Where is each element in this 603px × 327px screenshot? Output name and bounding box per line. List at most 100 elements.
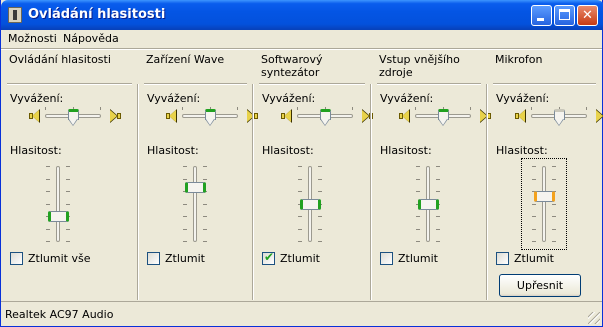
mute-label[interactable]: Ztlumit: [165, 252, 205, 265]
volume-slider-thumb[interactable]: [185, 182, 206, 193]
volume-label: Hlasitost:: [496, 144, 548, 157]
menu-moznosti[interactable]: Možnosti: [8, 32, 57, 45]
volume-track[interactable]: [56, 166, 60, 242]
title-bar[interactable]: Ovládání hlasitosti ✕: [1, 0, 603, 30]
volume-tick: [183, 166, 187, 167]
volume-tick: [436, 216, 440, 217]
volume-tick: [183, 204, 187, 205]
volume-tick: [46, 241, 50, 242]
menu-bar: Možnosti Nápověda: [1, 30, 602, 48]
volume-tick: [183, 179, 187, 180]
volume-tick: [46, 179, 50, 180]
volume-tick: [298, 229, 302, 230]
volume-slider-thumb[interactable]: [534, 191, 555, 202]
volume-slider-thumb[interactable]: [48, 211, 69, 222]
mute-label[interactable]: Ztlumit: [280, 252, 320, 265]
balance-label: Vyvážení:: [380, 92, 434, 105]
volume-tick: [46, 166, 50, 167]
speaker-left-icon: [515, 109, 527, 123]
close-button[interactable]: ✕: [577, 5, 598, 26]
column-title: Zařízení Wave: [146, 53, 225, 66]
volume-tick: [298, 216, 302, 217]
balance-tick: [415, 107, 416, 110]
mute-checkbox[interactable]: [496, 252, 509, 265]
balance-slider-thumb[interactable]: [68, 109, 79, 127]
volume-slider-thumb[interactable]: [300, 199, 321, 210]
balance-slider-thumb[interactable]: [205, 109, 216, 127]
column-divider: [252, 84, 254, 300]
title-divider: [377, 83, 481, 85]
balance-tick: [352, 107, 353, 110]
volume-tick: [203, 179, 207, 180]
checkmark-icon: ✔: [264, 250, 275, 264]
volume-label: Hlasitost:: [262, 144, 314, 157]
speaker-left-icon: [399, 109, 411, 123]
mixer-column: Softwarový syntezátor Vyvážení: Hlasitost:…: [253, 50, 373, 301]
volume-label: Hlasitost:: [147, 144, 199, 157]
balance-label: Vyvážení:: [262, 92, 316, 105]
volume-tick: [183, 216, 187, 217]
volume-tick: [298, 241, 302, 242]
balance-tick: [182, 107, 183, 110]
balance-label: Vyvážení:: [10, 92, 64, 105]
volume-tick: [416, 191, 420, 192]
balance-tick: [297, 107, 298, 110]
volume-tick: [66, 166, 70, 167]
volume-tick: [66, 229, 70, 230]
balance-tick: [531, 107, 532, 110]
mute-checkbox[interactable]: [147, 252, 160, 265]
advanced-button[interactable]: Upřesnit: [499, 274, 581, 297]
volume-tick: [436, 166, 440, 167]
volume-tick: [318, 229, 322, 230]
volume-tick: [203, 216, 207, 217]
volume-tick: [66, 204, 70, 205]
volume-tick: [203, 166, 207, 167]
balance-tick: [470, 107, 471, 110]
volume-slider-thumb[interactable]: [418, 199, 439, 210]
menu-napoveda[interactable]: Nápověda: [63, 32, 119, 45]
volume-tick: [416, 241, 420, 242]
volume-tick: [183, 229, 187, 230]
mute-checkbox[interactable]: [380, 252, 393, 265]
minimize-button[interactable]: [531, 5, 552, 26]
maximize-button[interactable]: [554, 5, 575, 26]
column-divider: [370, 84, 372, 300]
mute-label[interactable]: Ztlumit: [514, 252, 554, 265]
mute-label[interactable]: Ztlumit: [398, 252, 438, 265]
balance-tick: [237, 107, 238, 110]
speaker-left-icon: [166, 109, 178, 123]
column-divider: [486, 84, 488, 300]
balance-slider-thumb[interactable]: [320, 109, 331, 127]
volume-tick: [46, 229, 50, 230]
title-divider: [144, 83, 247, 85]
volume-tick: [183, 241, 187, 242]
volume-tick: [318, 216, 322, 217]
speaker-left-icon: [29, 109, 41, 123]
title-divider: [7, 83, 132, 85]
resize-grip-icon[interactable]: [588, 312, 600, 324]
mute-checkbox[interactable]: [10, 252, 23, 265]
app-icon[interactable]: [8, 7, 22, 23]
balance-slider-thumb[interactable]: [554, 109, 565, 127]
status-text: Realtek AC97 Audio: [5, 308, 114, 321]
window-title: Ovládání hlasitosti: [28, 7, 166, 22]
mute-label[interactable]: Ztlumit vše: [28, 252, 90, 265]
volume-tick: [46, 191, 50, 192]
balance-tick: [45, 107, 46, 110]
mute-checkbox[interactable]: ✔: [262, 250, 275, 265]
volume-tick: [318, 191, 322, 192]
column-title: Softwarový syntezátor: [261, 53, 323, 79]
column-divider: [137, 84, 139, 300]
volume-tick: [416, 166, 420, 167]
title-divider: [493, 83, 596, 85]
volume-tick: [436, 179, 440, 180]
volume-tick: [203, 204, 207, 205]
volume-tick: [66, 241, 70, 242]
volume-track[interactable]: [193, 166, 197, 242]
volume-tick: [416, 229, 420, 230]
volume-control-window: Ovládání hlasitosti ✕ Možnosti Nápověda …: [0, 0, 603, 327]
volume-label: Hlasitost:: [380, 144, 432, 157]
balance-slider-thumb[interactable]: [438, 109, 449, 127]
balance-label: Vyvážení:: [496, 92, 550, 105]
status-bar: Realtek AC97 Audio: [1, 301, 602, 326]
